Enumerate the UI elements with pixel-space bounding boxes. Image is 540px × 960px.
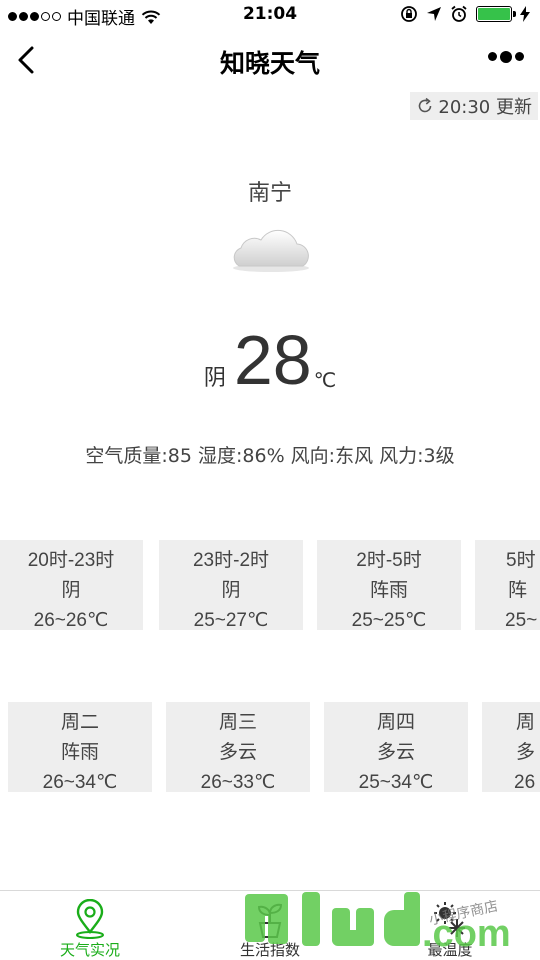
hourly-time: 2时-5时 — [356, 550, 422, 571]
daily-forecast-row[interactable]: 周二 阵雨 26~34℃ 周三 多云 26~33℃ 周四 多云 25~34℃ 周… — [0, 702, 540, 794]
location-arrow-icon — [427, 7, 441, 21]
battery-icon — [476, 6, 516, 22]
hourly-condition: 阵 — [508, 580, 528, 601]
current-conditions: 阴 28 ℃ — [0, 322, 540, 398]
navigation-bar: 知晓天气 — [0, 30, 540, 90]
hourly-time: 5时 — [506, 550, 536, 571]
hourly-card: 5时 阵 25~ — [475, 540, 540, 631]
tab-life-index[interactable]: 生活指数 — [180, 891, 360, 960]
tab-temperature[interactable]: 最温度 — [360, 891, 540, 960]
hourly-range: 25~ — [505, 610, 538, 631]
hourly-condition: 阴 — [221, 580, 241, 601]
charging-bolt-icon — [520, 6, 530, 22]
more-menu-icon[interactable] — [488, 50, 524, 63]
tab-label: 天气实况 — [59, 941, 120, 959]
daily-day: 周 — [516, 712, 536, 733]
hourly-range: 26~26℃ — [33, 610, 109, 631]
refresh-button[interactable]: 20:30 更新 — [410, 92, 538, 120]
weather-details: 空气质量:85 湿度:86% 风向:东风 风力:3级 — [85, 445, 455, 467]
plant-pot-icon — [257, 903, 283, 938]
refresh-icon — [419, 97, 432, 113]
daily-condition: 多云 — [376, 742, 415, 763]
daily-card: 周 多 26 — [482, 702, 540, 793]
city-name: 南宁 — [247, 181, 292, 206]
hourly-range: 25~27℃ — [193, 610, 269, 631]
hourly-forecast-row[interactable]: 20时-23时 阴 26~26℃ 23时-2时 阴 25~27℃ 2时-5时 阵… — [0, 540, 540, 632]
daily-day: 周四 — [376, 712, 415, 733]
rotation-lock-icon — [401, 6, 417, 22]
tab-bar: 天气实况 生活指数 最温度 — [0, 890, 540, 960]
daily-condition: 多云 — [218, 742, 257, 763]
daily-range: 26 — [514, 772, 536, 793]
hourly-card: 23时-2时 阴 25~27℃ — [159, 540, 303, 631]
tab-label: 生活指数 — [239, 941, 300, 959]
daily-day: 周三 — [218, 712, 257, 733]
location-pin-icon — [76, 899, 104, 939]
temperature-unit: ℃ — [313, 368, 337, 392]
daily-range: 26~34℃ — [42, 772, 118, 793]
sun-snow-icon — [434, 902, 465, 937]
status-bar: 中国联通 21:04 — [0, 0, 540, 30]
hourly-card: 2时-5时 阵雨 25~25℃ — [317, 540, 461, 631]
tab-label: 最温度 — [427, 941, 473, 959]
daily-card: 周三 多云 26~33℃ — [166, 702, 310, 793]
daily-day: 周二 — [60, 712, 99, 733]
daily-card: 周二 阵雨 26~34℃ — [8, 702, 152, 793]
hourly-time: 20时-23时 — [27, 550, 115, 571]
hourly-range: 25~25℃ — [351, 610, 427, 631]
daily-card: 周四 多云 25~34℃ — [324, 702, 468, 793]
hourly-time: 23时-2时 — [192, 550, 270, 571]
daily-range: 26~33℃ — [200, 772, 276, 793]
daily-condition: 阵雨 — [60, 742, 99, 763]
status-right — [400, 5, 530, 23]
hourly-condition: 阵雨 — [369, 580, 408, 601]
daily-range: 25~34℃ — [358, 772, 434, 793]
tab-weather-live[interactable]: 天气实况 — [0, 891, 180, 960]
hourly-card: 20时-23时 阴 26~26℃ — [0, 540, 143, 631]
current-temperature: 28 — [233, 321, 312, 399]
alarm-icon — [451, 5, 467, 22]
current-condition: 阴 — [203, 366, 226, 391]
hourly-condition: 阴 — [61, 580, 81, 601]
page-title: 知晓天气 — [219, 49, 320, 78]
daily-condition: 多 — [516, 742, 536, 763]
cloud-icon — [233, 229, 309, 272]
refresh-time-label: 20:30 更新 — [438, 97, 532, 118]
